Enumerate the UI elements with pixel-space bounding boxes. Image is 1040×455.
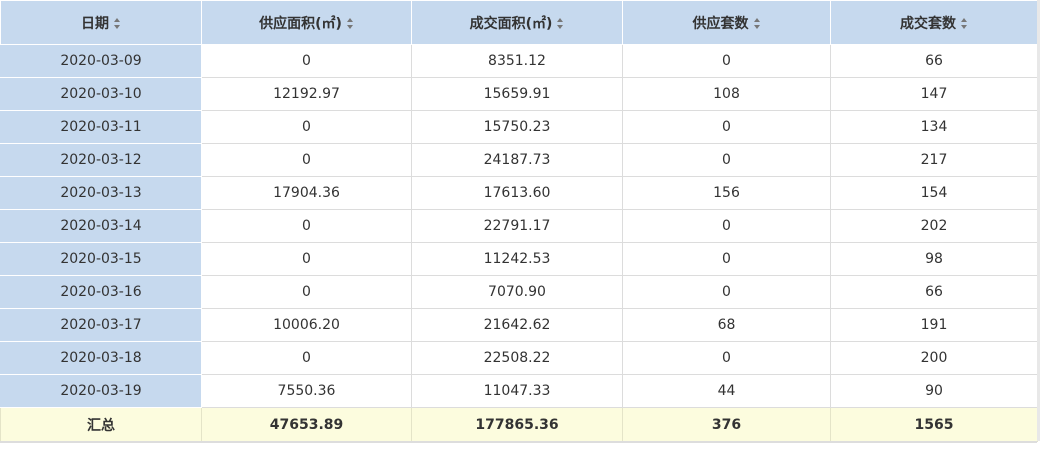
sort-icon[interactable] [961,17,968,29]
deal-units-cell: 154 [830,176,1038,210]
column-header-label: 供应面积(㎡) [259,15,342,32]
column-header-label: 成交面积(㎡) [469,15,553,32]
deal-area-cell: 15659.91 [411,77,623,111]
supply-units-cell: 0 [622,209,831,243]
table-row: 2020-03-12 0 24187.73 0 217 [0,143,1038,177]
deal-units-cell: 202 [830,209,1038,243]
supply-area-cell: 12192.97 [201,77,412,111]
column-header-deal-units[interactable]: 成交套数 [830,0,1038,45]
supply-area-cell: 0 [201,242,412,276]
date-cell: 2020-03-10 [0,77,202,111]
deal-area-cell: 22508.22 [411,341,623,375]
deal-area-cell: 22791.17 [411,209,623,243]
deal-units-cell: 217 [830,143,1038,177]
table-row: 2020-03-09 0 8351.12 0 66 [0,44,1038,78]
table-header-row: 日期 供应面积(㎡) 成交面积(㎡) 供应套数 成交套数 [0,0,1038,45]
deal-area-cell: 11242.53 [411,242,623,276]
data-table-panel: 日期 供应面积(㎡) 成交面积(㎡) 供应套数 成交套数 2020-03-09 … [0,0,1040,455]
table-row: 2020-03-10 12192.97 15659.91 108 147 [0,77,1038,111]
supply-area-cell: 0 [201,209,412,243]
deal-area-cell: 7070.90 [411,275,623,309]
total-row: 汇总 47653.89 177865.36 376 1565 [0,407,1038,442]
supply-area-cell: 0 [201,110,412,144]
column-header-label: 日期 [81,15,109,32]
table-bottom-divider [0,441,1037,443]
sort-icon[interactable] [346,17,354,29]
deal-units-cell: 66 [830,275,1038,309]
deal-units-cell: 134 [830,110,1038,144]
deal-units-cell: 200 [830,341,1038,375]
supply-units-cell: 156 [622,176,831,210]
date-cell: 2020-03-11 [0,110,202,144]
sort-icon[interactable] [557,17,564,29]
date-cell: 2020-03-17 [0,308,202,342]
statistics-table: 日期 供应面积(㎡) 成交面积(㎡) 供应套数 成交套数 2020-03-09 … [0,0,1038,442]
deal-units-cell: 66 [830,44,1038,78]
deal-area-cell: 17613.60 [411,176,623,210]
supply-units-cell: 0 [622,143,831,177]
table-row: 2020-03-16 0 7070.90 0 66 [0,275,1038,309]
column-header-supply-area[interactable]: 供应面积(㎡) [201,0,412,45]
deal-area-cell: 15750.23 [411,110,623,144]
date-cell: 2020-03-12 [0,143,202,177]
deal-units-cell: 191 [830,308,1038,342]
supply-units-cell: 0 [622,242,831,276]
sort-icon[interactable] [114,17,121,29]
deal-area-cell: 8351.12 [411,44,623,78]
date-cell: 2020-03-13 [0,176,202,210]
date-cell: 2020-03-09 [0,44,202,78]
supply-area-cell: 10006.20 [201,308,412,342]
table-row: 2020-03-15 0 11242.53 0 98 [0,242,1038,276]
supply-units-cell: 68 [622,308,831,342]
total-supply-units: 376 [622,407,831,442]
table-row: 2020-03-19 7550.36 11047.33 44 90 [0,374,1038,408]
supply-units-cell: 44 [622,374,831,408]
total-supply-area: 47653.89 [201,407,412,442]
deal-area-cell: 11047.33 [411,374,623,408]
total-deal-area: 177865.36 [411,407,623,442]
supply-units-cell: 0 [622,110,831,144]
deal-area-cell: 21642.62 [411,308,623,342]
total-label: 汇总 [0,407,202,442]
supply-units-cell: 0 [622,341,831,375]
date-cell: 2020-03-16 [0,275,202,309]
date-cell: 2020-03-19 [0,374,202,408]
sort-icon[interactable] [753,17,761,29]
supply-area-cell: 0 [201,143,412,177]
supply-area-cell: 0 [201,275,412,309]
table-row: 2020-03-11 0 15750.23 0 134 [0,110,1038,144]
table-row: 2020-03-18 0 22508.22 0 200 [0,341,1038,375]
deal-units-cell: 90 [830,374,1038,408]
table-row: 2020-03-13 17904.36 17613.60 156 154 [0,176,1038,210]
column-header-label: 供应套数 [692,15,749,32]
column-header-deal-area[interactable]: 成交面积(㎡) [411,0,623,45]
date-cell: 2020-03-15 [0,242,202,276]
supply-area-cell: 0 [201,44,412,78]
column-header-date[interactable]: 日期 [0,0,202,45]
table-row: 2020-03-17 10006.20 21642.62 68 191 [0,308,1038,342]
date-cell: 2020-03-14 [0,209,202,243]
total-deal-units: 1565 [830,407,1038,442]
deal-units-cell: 98 [830,242,1038,276]
deal-area-cell: 24187.73 [411,143,623,177]
column-header-label: 成交套数 [900,15,956,32]
supply-area-cell: 0 [201,341,412,375]
column-header-supply-units[interactable]: 供应套数 [622,0,831,45]
supply-units-cell: 108 [622,77,831,111]
supply-units-cell: 0 [622,275,831,309]
table-row: 2020-03-14 0 22791.17 0 202 [0,209,1038,243]
supply-area-cell: 7550.36 [201,374,412,408]
date-cell: 2020-03-18 [0,341,202,375]
supply-area-cell: 17904.36 [201,176,412,210]
supply-units-cell: 0 [622,44,831,78]
deal-units-cell: 147 [830,77,1038,111]
